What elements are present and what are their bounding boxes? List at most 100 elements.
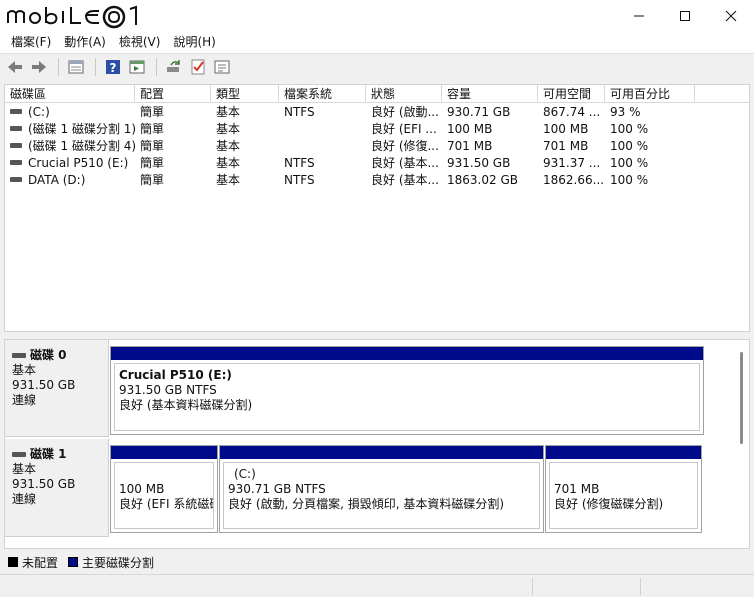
cell-volume: (C:)	[28, 105, 50, 119]
cell-layout: 簡單	[140, 156, 165, 170]
partition-size: 931.50 GB NTFS	[119, 383, 217, 397]
close-icon	[725, 10, 737, 21]
disk-name: 磁碟 1	[30, 447, 67, 461]
unallocated-swatch	[8, 557, 18, 567]
disk-0-label[interactable]: 磁碟 0 基本 931.50 GB 連線	[5, 340, 109, 437]
vertical-scrollbar[interactable]	[740, 352, 743, 444]
cell-layout: 簡單	[140, 105, 165, 119]
cell-layout: 簡單	[140, 173, 165, 187]
legend-label: 主要磁碟分割	[82, 555, 155, 570]
cell-free-space: 701 MB	[543, 139, 589, 153]
volume-icon	[10, 160, 22, 165]
table-row[interactable]: (C:) 簡單 基本 NTFS 良好 (啟動... 930.71 GB 867.…	[5, 104, 749, 121]
partition-name: (C:)	[234, 467, 256, 481]
cell-filesystem: NTFS	[284, 156, 315, 170]
legend-label: 未配置	[22, 555, 59, 570]
maximize-button[interactable]	[662, 0, 708, 31]
legend-primary-partition: 主要磁碟分割	[68, 554, 154, 571]
disk-status: 連線	[12, 393, 37, 407]
help-icon: ?	[106, 60, 120, 75]
cell-filesystem: NTFS	[284, 173, 315, 187]
check-button[interactable]	[187, 56, 209, 78]
brand-logo	[7, 5, 137, 29]
back-arrow-icon	[8, 61, 22, 73]
cell-free-space: 931.37 ...	[543, 156, 601, 170]
status-bar	[0, 574, 754, 597]
cell-volume: (磁碟 1 磁碟分割 4)	[28, 139, 135, 153]
cell-free-space: 867.74 ...	[543, 105, 601, 119]
column-volume[interactable]: 磁碟區	[5, 85, 135, 103]
cell-volume: (磁碟 1 磁碟分割 1)	[28, 122, 135, 136]
disk-type: 基本	[12, 363, 37, 377]
status-divider	[532, 578, 533, 595]
properties-icon	[129, 60, 145, 74]
forward-button[interactable]	[28, 56, 50, 78]
primary-partition-swatch	[68, 557, 79, 567]
menu-view[interactable]: 檢視(V)	[114, 32, 166, 52]
volume-list: 磁碟區 配置 類型 檔案系統 狀態 容量 可用空間 可用百分比 (C:) 簡單 …	[4, 84, 750, 332]
cell-free-percent: 100 %	[610, 156, 649, 170]
cell-type: 基本	[216, 156, 241, 170]
primary-partition-bar	[111, 446, 217, 459]
cell-layout: 簡單	[140, 122, 165, 136]
disk-1-label[interactable]: 磁碟 1 基本 931.50 GB 連線	[5, 439, 109, 537]
legend-unallocated: 未配置	[8, 554, 58, 571]
table-row[interactable]: (磁碟 1 磁碟分割 1) 簡單 基本 良好 (EFI ... 100 MB 1…	[5, 121, 749, 138]
cell-capacity: 100 MB	[447, 122, 493, 136]
disk-size: 931.50 GB	[12, 378, 76, 392]
table-row[interactable]: Crucial P510 (E:) 簡單 基本 NTFS 良好 (基本... 9…	[5, 155, 749, 172]
partition-recovery[interactable]: 701 MB 良好 (修復磁碟分割)	[545, 445, 702, 533]
minimize-button[interactable]	[616, 0, 662, 31]
cell-type: 基本	[216, 173, 241, 187]
cell-status: 良好 (基本...	[371, 156, 439, 170]
disk-name: 磁碟 0	[30, 348, 67, 362]
partition-status: 良好 (EFI 系統磁碟	[119, 497, 214, 511]
menu-help[interactable]: 說明(H)	[168, 32, 220, 52]
close-button[interactable]	[708, 0, 754, 31]
cell-capacity: 931.50 GB	[447, 156, 511, 170]
column-filesystem[interactable]: 檔案系統	[279, 85, 366, 103]
partition-c[interactable]: (C:) 930.71 GB NTFS 良好 (啟動, 分頁檔案, 損毀傾印, …	[219, 445, 544, 533]
settings-list-button[interactable]	[211, 56, 233, 78]
partition-crucial-e[interactable]: Crucial P510 (E:) 931.50 GB NTFS 良好 (基本資…	[110, 346, 704, 435]
cell-capacity: 930.71 GB	[447, 105, 511, 119]
menu-action[interactable]: 動作(A)	[59, 32, 111, 52]
cell-status: 良好 (修復...	[371, 139, 439, 153]
properties-button[interactable]	[126, 56, 148, 78]
cell-status: 良好 (啟動...	[371, 105, 439, 119]
refresh-disk-icon	[167, 60, 180, 72]
title-bar	[0, 0, 754, 31]
partition-status: 良好 (修復磁碟分割)	[554, 497, 664, 511]
partition-efi[interactable]: 100 MB 良好 (EFI 系統磁碟	[110, 445, 218, 533]
settings-list-icon	[214, 60, 230, 74]
table-row[interactable]: (磁碟 1 磁碟分割 4) 簡單 基本 良好 (修復... 701 MB 701…	[5, 138, 749, 155]
cell-layout: 簡單	[140, 139, 165, 153]
disk-list-icon	[68, 60, 84, 74]
column-layout[interactable]: 配置	[135, 85, 211, 103]
column-type[interactable]: 類型	[211, 85, 279, 103]
help-button[interactable]: ?	[102, 56, 124, 78]
cell-type: 基本	[216, 105, 241, 119]
primary-partition-bar	[111, 347, 703, 360]
cell-filesystem: NTFS	[284, 105, 315, 119]
back-button[interactable]	[4, 56, 26, 78]
column-free-percent[interactable]: 可用百分比	[605, 85, 695, 103]
menu-file[interactable]: 檔案(F)	[6, 32, 56, 52]
toolbar-separator	[156, 58, 157, 76]
column-status[interactable]: 狀態	[366, 85, 442, 103]
cell-type: 基本	[216, 122, 241, 136]
cell-filesystem	[279, 121, 366, 138]
disk-icon	[12, 353, 26, 358]
toolbar-separator	[58, 58, 59, 76]
disk-list-button[interactable]	[65, 56, 87, 78]
toolbar: ?	[0, 53, 754, 80]
menu-bar: 檔案(F) 動作(A) 檢視(V) 說明(H)	[0, 31, 754, 53]
refresh-disk-button[interactable]	[163, 56, 185, 78]
cell-capacity: 1863.02 GB	[447, 173, 518, 187]
volume-icon	[10, 143, 22, 148]
disk-type: 基本	[12, 462, 37, 476]
partition-name: Crucial P510 (E:)	[119, 368, 232, 382]
column-capacity[interactable]: 容量	[442, 85, 538, 103]
column-free-space[interactable]: 可用空間	[538, 85, 605, 103]
table-row[interactable]: DATA (D:) 簡單 基本 NTFS 良好 (基本... 1863.02 G…	[5, 172, 749, 189]
